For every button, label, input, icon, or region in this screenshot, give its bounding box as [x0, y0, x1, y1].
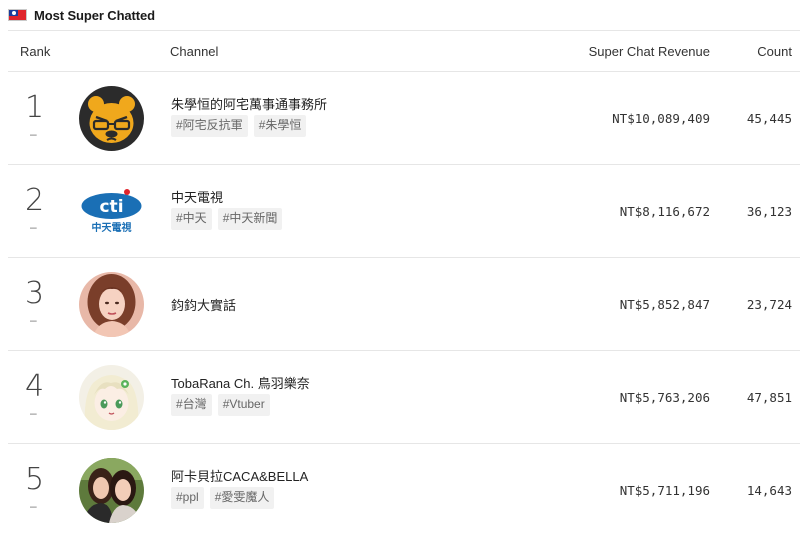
super-chat-count: 36,123 — [746, 204, 792, 219]
rank-change: – — [30, 127, 37, 141]
column-header-channel[interactable]: Channel — [170, 44, 218, 59]
rank-number: 4 — [25, 369, 45, 404]
super-chat-count: 14,643 — [746, 483, 792, 498]
tag[interactable]: #中天新聞 — [217, 208, 283, 230]
channel-name[interactable]: 鈞鈞大實話 — [171, 295, 236, 314]
taiwan-flag-icon — [8, 9, 27, 21]
tag[interactable]: #Vtuber — [217, 394, 270, 416]
column-header-count[interactable]: Count — [757, 44, 792, 59]
tag[interactable]: #台灣 — [171, 394, 212, 416]
channel-name[interactable]: 中天電視 — [171, 187, 223, 206]
super-chat-count: 23,724 — [746, 297, 792, 312]
super-chat-revenue: NT$5,763,206 — [619, 390, 710, 405]
cti-logo-avatar[interactable]: cti 中天電視 — [79, 179, 144, 244]
column-header-revenue[interactable]: Super Chat Revenue — [589, 44, 710, 59]
super-chat-count: 45,445 — [746, 111, 792, 126]
cartoon-bear-avatar[interactable] — [79, 86, 144, 151]
table-header: Rank Channel Super Chat Revenue Count — [8, 30, 800, 72]
rank-number: 1 — [25, 90, 45, 125]
rank-number: 5 — [25, 462, 45, 497]
rank-change: – — [30, 406, 37, 420]
tag[interactable]: #ppl — [171, 487, 204, 509]
channel-tags: #台灣 #Vtuber — [171, 394, 270, 416]
channel-name[interactable]: 朱學恒的阿宅萬事通事務所 — [171, 94, 327, 113]
rank-change: – — [30, 499, 37, 513]
tag[interactable]: #愛雯魔人 — [209, 487, 275, 509]
table-row[interactable]: 5 – 阿卡貝拉CACA&BELLA #ppl #愛雯魔人 NT$5,711,1… — [8, 444, 800, 533]
rank-number: 2 — [25, 183, 45, 218]
super-chat-revenue: NT$8,116,672 — [619, 204, 710, 219]
channel-name[interactable]: TobaRana Ch. 鳥羽樂奈 — [171, 373, 310, 392]
tag[interactable]: #中天 — [171, 208, 212, 230]
two-women-avatar[interactable] — [79, 458, 144, 523]
table-row[interactable]: 3 – 鈞鈞大實話 NT$5,852,847 23,724 — [8, 258, 800, 351]
table-row[interactable]: 4 – TobaRana Ch. 鳥羽樂奈 #台灣 #Vtuber NT$5,7… — [8, 351, 800, 444]
woman-portrait-avatar[interactable] — [79, 272, 144, 337]
super-chat-revenue: NT$10,089,409 — [612, 111, 710, 126]
rank-change: – — [30, 220, 37, 234]
table-row[interactable]: 2 – cti 中天電視 中天電視 #中天 #中天新聞 NT$8,116,672… — [8, 165, 800, 258]
cti-logo-subtext: 中天電視 — [92, 221, 132, 234]
title-bar: Most Super Chatted — [0, 0, 800, 30]
tag[interactable]: #阿宅反抗軍 — [171, 115, 248, 137]
tag[interactable]: #朱學恒 — [253, 115, 307, 137]
rank-change: – — [30, 313, 37, 327]
table-row[interactable]: 1 – 朱學恒的阿宅萬事通事務所 #阿宅反抗軍 #朱學恒 NT$10,089,4… — [8, 72, 800, 165]
page-title: Most Super Chatted — [34, 7, 155, 23]
channel-name[interactable]: 阿卡貝拉CACA&BELLA — [171, 466, 308, 485]
rank-number: 3 — [25, 276, 45, 311]
anime-girl-avatar[interactable] — [79, 365, 144, 430]
super-chat-count: 47,851 — [746, 390, 792, 405]
super-chat-revenue: NT$5,852,847 — [619, 297, 710, 312]
channel-tags: #中天 #中天新聞 — [171, 208, 283, 230]
super-chat-revenue: NT$5,711,196 — [619, 483, 710, 498]
cti-logo-text: cti — [99, 197, 123, 217]
channel-tags: #ppl #愛雯魔人 — [171, 487, 275, 509]
column-header-rank[interactable]: Rank — [20, 44, 50, 59]
channel-tags: #阿宅反抗軍 #朱學恒 — [171, 115, 307, 137]
